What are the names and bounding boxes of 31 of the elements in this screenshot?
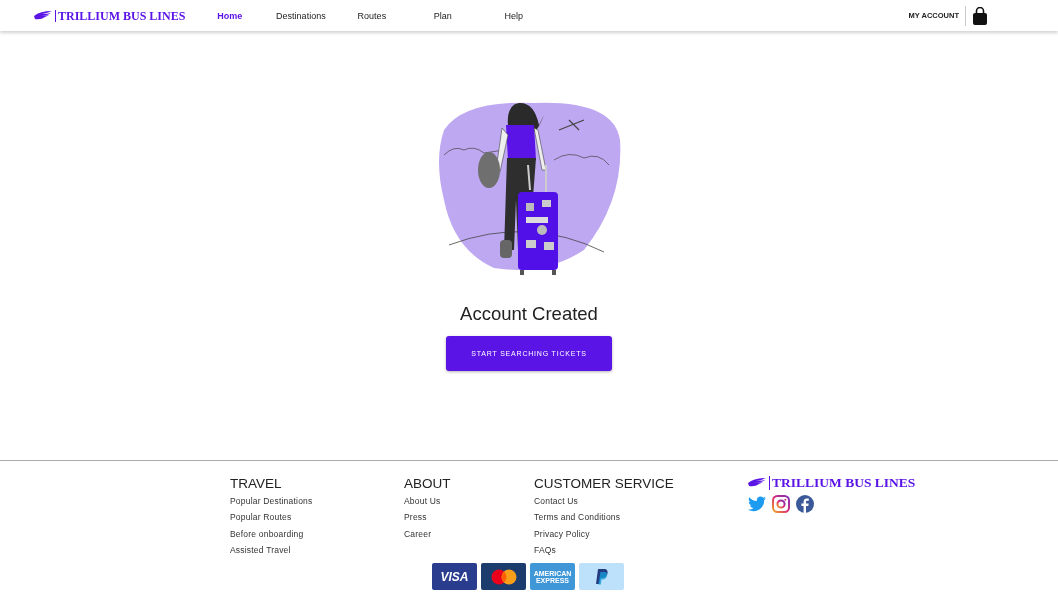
wing-logo-icon <box>748 478 766 488</box>
success-title: Account Created <box>460 303 598 325</box>
footer-heading: ABOUT <box>404 476 452 491</box>
nav-link[interactable]: Plan <box>407 10 479 21</box>
brand-logo-text[interactable]: TRILLIUM BUS LINES <box>55 9 186 22</box>
wing-logo-icon <box>34 11 52 20</box>
footer-link[interactable]: Popular Destinations <box>230 496 404 513</box>
facebook-icon[interactable] <box>796 494 814 513</box>
footer-link[interactable]: Popular Routes <box>230 512 404 529</box>
footer-heading: CUSTOMER SERVICE <box>534 476 675 491</box>
nav-link[interactable]: Home <box>194 10 266 21</box>
footer-link[interactable]: Before onboarding <box>230 528 404 545</box>
footer-link[interactable]: Terms and Conditions <box>534 512 748 529</box>
shopping-bag-icon[interactable] <box>972 6 988 25</box>
nav-link[interactable]: Destinations <box>265 10 337 21</box>
visa-card-logo: VISA <box>432 563 477 591</box>
nav-link[interactable]: Help <box>478 10 550 21</box>
footer-heading: TRAVEL <box>230 476 283 491</box>
instagram-icon[interactable] <box>772 494 790 513</box>
twitter-icon[interactable] <box>748 495 766 512</box>
paypal-logo <box>579 563 624 591</box>
nav-link[interactable]: Routes <box>336 10 408 21</box>
footer-link[interactable]: FAQs <box>534 544 748 562</box>
footer-link[interactable]: About Us <box>404 496 534 513</box>
footer-link[interactable]: Contact Us <box>534 496 748 513</box>
footer-link[interactable]: Career <box>404 528 534 545</box>
footer-link[interactable]: Press <box>404 512 534 529</box>
mastercard-logo <box>481 563 526 591</box>
footer-link[interactable]: Assisted Travel <box>230 544 404 562</box>
footer-link[interactable]: Privacy Policy <box>534 528 748 545</box>
brand-logo-text[interactable]: TRILLIUM BUS LINES <box>769 476 916 490</box>
